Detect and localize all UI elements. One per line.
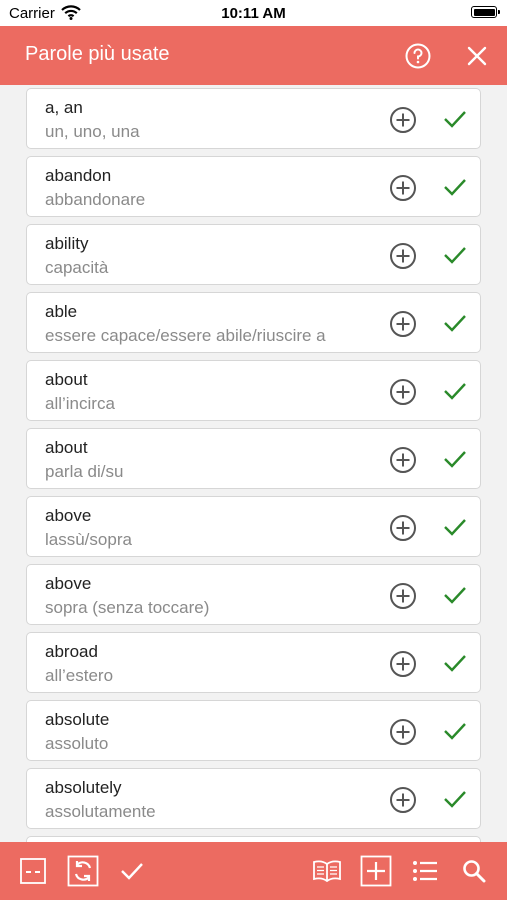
- word-term: absolutely: [45, 778, 122, 797]
- check-icon[interactable]: [442, 720, 468, 742]
- check-icon[interactable]: [442, 516, 468, 538]
- word-translation: un, uno, una: [45, 122, 140, 141]
- list-item[interactable]: a, an un, uno, una: [26, 88, 481, 149]
- add-circle-icon[interactable]: [389, 310, 417, 338]
- word-translation: assoluto: [45, 734, 109, 753]
- header-bar: Parole più usate: [0, 26, 507, 85]
- list-item[interactable]: above sopra (senza toccare): [26, 564, 481, 625]
- word-translation: sopra (senza toccare): [45, 598, 210, 617]
- list-icon[interactable]: [403, 842, 447, 900]
- list-item[interactable]: abroad all’estero: [26, 632, 481, 693]
- word-term: ability: [45, 234, 89, 253]
- list-item[interactable]: about all’incirca: [26, 360, 481, 421]
- check-icon[interactable]: [442, 448, 468, 470]
- bottom-toolbar: [0, 842, 507, 900]
- check-icon[interactable]: [442, 244, 468, 266]
- list-item[interactable]: able essere capace/essere abile/riuscire…: [26, 292, 481, 353]
- word-translation: assolutamente: [45, 802, 156, 821]
- word-translation: capacità: [45, 258, 109, 277]
- list-item[interactable]: ability capacità: [26, 224, 481, 285]
- word-translation: abbandonare: [45, 190, 146, 209]
- list-item[interactable]: abandon abbandonare: [26, 156, 481, 217]
- check-icon[interactable]: [442, 108, 468, 130]
- check-icon[interactable]: [442, 380, 468, 402]
- list-item[interactable]: above lassù/sopra: [26, 496, 481, 557]
- collapse-icon[interactable]: [11, 842, 55, 900]
- add-circle-icon[interactable]: [389, 582, 417, 610]
- word-translation: parla di/su: [45, 462, 124, 481]
- list-item[interactable]: absolute assoluto: [26, 700, 481, 761]
- battery-icon: [471, 6, 500, 18]
- book-icon[interactable]: [305, 842, 349, 900]
- check-icon[interactable]: [442, 652, 468, 674]
- word-term: about: [45, 438, 88, 457]
- page-title: Parole più usate: [25, 43, 170, 65]
- help-circle-icon[interactable]: [405, 43, 431, 69]
- word-term: a, an: [45, 98, 83, 117]
- add-circle-icon[interactable]: [389, 106, 417, 134]
- list-item[interactable]: about parla di/su: [26, 428, 481, 489]
- check-icon[interactable]: [110, 842, 154, 900]
- add-circle-icon[interactable]: [389, 174, 417, 202]
- word-translation: all’incirca: [45, 394, 115, 413]
- add-circle-icon[interactable]: [389, 650, 417, 678]
- add-circle-icon[interactable]: [389, 378, 417, 406]
- check-icon[interactable]: [442, 312, 468, 334]
- sync-icon[interactable]: [61, 842, 105, 900]
- word-term: able: [45, 302, 78, 321]
- word-translation: lassù/sopra: [45, 530, 132, 549]
- add-circle-icon[interactable]: [389, 514, 417, 542]
- word-term: abroad: [45, 642, 98, 661]
- word-term: absolute: [45, 710, 110, 729]
- word-term: above: [45, 574, 92, 593]
- search-icon[interactable]: [452, 842, 496, 900]
- list-item[interactable]: absolutely assolutamente: [26, 768, 481, 829]
- add-box-icon[interactable]: [354, 842, 398, 900]
- add-circle-icon[interactable]: [389, 446, 417, 474]
- add-circle-icon[interactable]: [389, 242, 417, 270]
- status-time: 10:11 AM: [221, 5, 286, 22]
- word-list[interactable]: a, an un, uno, una abandon abbandonare a…: [0, 85, 507, 842]
- close-icon[interactable]: [466, 45, 488, 67]
- word-term: abandon: [45, 166, 112, 185]
- add-circle-icon[interactable]: [389, 718, 417, 746]
- word-translation: essere capace/essere abile/riuscire a: [45, 326, 326, 345]
- word-term: about: [45, 370, 88, 389]
- word-term: above: [45, 506, 92, 525]
- check-icon[interactable]: [442, 176, 468, 198]
- check-icon[interactable]: [442, 584, 468, 606]
- status-bar: Carrier 10:11 AM: [0, 0, 507, 26]
- check-icon[interactable]: [442, 788, 468, 810]
- add-circle-icon[interactable]: [389, 786, 417, 814]
- word-translation: all’estero: [45, 666, 114, 685]
